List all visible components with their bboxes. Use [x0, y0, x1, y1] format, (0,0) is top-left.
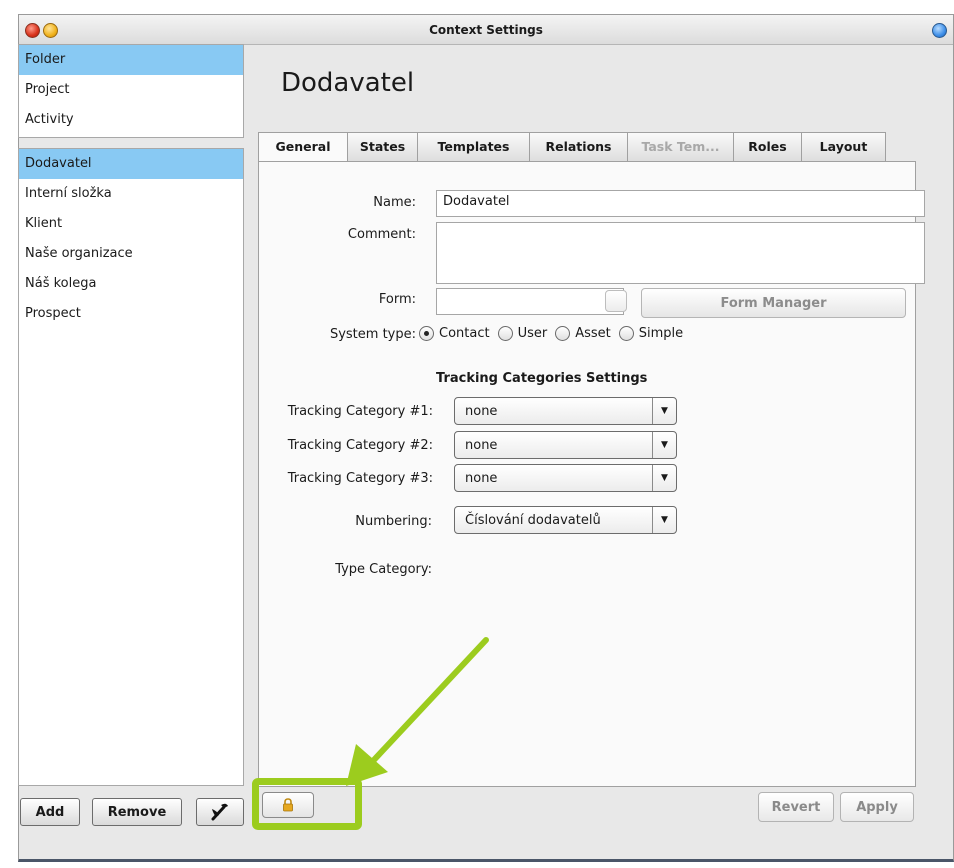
system-type-contact[interactable]: Contact	[419, 326, 490, 341]
type-category-label: Type Category:	[335, 562, 432, 577]
context-item-dodavatel[interactable]: Dodavatel	[19, 149, 243, 179]
context-type-project[interactable]: Project	[19, 75, 243, 105]
form-picker-button[interactable]	[605, 290, 627, 312]
chevron-down-icon: ▼	[652, 398, 676, 424]
page-title: Dodavatel	[281, 68, 415, 98]
title-bar: Context Settings	[19, 15, 953, 45]
system-type-simple[interactable]: Simple	[618, 326, 684, 341]
context-item-klient[interactable]: Klient	[19, 209, 243, 239]
settings-tabs: General States Templates Relations Task …	[258, 132, 886, 163]
system-type-user[interactable]: User	[497, 326, 548, 341]
context-type-activity[interactable]: Activity	[19, 105, 243, 135]
tab-templates[interactable]: Templates	[418, 132, 530, 162]
radio-simple[interactable]	[618, 326, 634, 341]
system-type-label: System type:	[329, 327, 416, 342]
context-item-interni-slozka[interactable]: Interní složka	[19, 179, 243, 209]
tracking-category-3-value: none	[465, 470, 498, 486]
form-manager-button[interactable]: Form Manager	[641, 288, 906, 318]
chevron-down-icon: ▼	[652, 432, 676, 458]
numbering-label: Numbering:	[355, 514, 432, 529]
context-list: Dodavatel Interní složka Klient Naše org…	[18, 148, 244, 786]
tab-roles[interactable]: Roles	[734, 132, 802, 162]
context-item-nase-organizace[interactable]: Naše organizace	[19, 239, 243, 269]
tab-task-templates: Task Tem...	[628, 132, 734, 162]
radio-contact[interactable]	[419, 326, 434, 341]
radio-user[interactable]	[497, 326, 513, 341]
tab-general[interactable]: General	[258, 132, 348, 163]
chevron-down-icon: ▼	[652, 507, 676, 533]
tracking-categories-title: Tracking Categories Settings	[436, 371, 648, 386]
tracking-category-1-value: none	[465, 403, 498, 419]
context-item-prospect[interactable]: Prospect	[19, 299, 243, 329]
system-type-radio-group: Contact User Asset Simple	[419, 326, 691, 341]
radio-simple-label: Simple	[638, 326, 684, 341]
comment-field[interactable]	[436, 222, 925, 284]
context-item-nas-kolega[interactable]: Náš kolega	[19, 269, 243, 299]
radio-contact-label: Contact	[439, 326, 490, 341]
apply-button[interactable]: Apply	[840, 792, 914, 822]
comment-label: Comment:	[347, 227, 416, 242]
numbering-value: Číslování dodavatelů	[465, 512, 601, 528]
tools-button[interactable]	[196, 798, 244, 826]
tracking-category-3-select[interactable]: none ▼	[454, 464, 677, 492]
add-button[interactable]: Add	[20, 798, 80, 826]
radio-asset-label: Asset	[575, 326, 611, 341]
remove-button[interactable]: Remove	[92, 798, 182, 826]
tracking-category-1-select[interactable]: none ▼	[454, 397, 677, 425]
name-field[interactable]: Dodavatel	[436, 190, 925, 217]
form-field[interactable]	[436, 288, 624, 315]
window-title: Context Settings	[429, 23, 543, 37]
form-label: Form:	[378, 292, 416, 307]
chevron-down-icon: ▼	[652, 465, 676, 491]
tracking-category-2-value: none	[465, 437, 498, 453]
system-type-asset[interactable]: Asset	[555, 326, 611, 341]
radio-user-label: User	[517, 326, 548, 341]
tab-layout[interactable]: Layout	[802, 132, 886, 162]
tracking-category-3-label: Tracking Category #3:	[287, 471, 433, 486]
revert-button[interactable]: Revert	[758, 792, 834, 822]
tab-states[interactable]: States	[348, 132, 418, 162]
annotation-highlight-box	[252, 778, 362, 830]
name-label: Name:	[373, 195, 416, 210]
numbering-select[interactable]: Číslování dodavatelů ▼	[454, 506, 677, 534]
context-type-list: Folder Project Activity	[18, 44, 244, 138]
tracking-category-2-label: Tracking Category #2:	[287, 438, 433, 453]
context-type-folder[interactable]: Folder	[19, 45, 243, 75]
tracking-category-1-label: Tracking Category #1:	[287, 404, 433, 419]
zoom-window-button[interactable]	[932, 23, 947, 38]
tracking-category-2-select[interactable]: none ▼	[454, 431, 677, 459]
tools-icon	[211, 803, 228, 821]
radio-asset[interactable]	[555, 326, 571, 341]
tab-relations[interactable]: Relations	[530, 132, 628, 162]
